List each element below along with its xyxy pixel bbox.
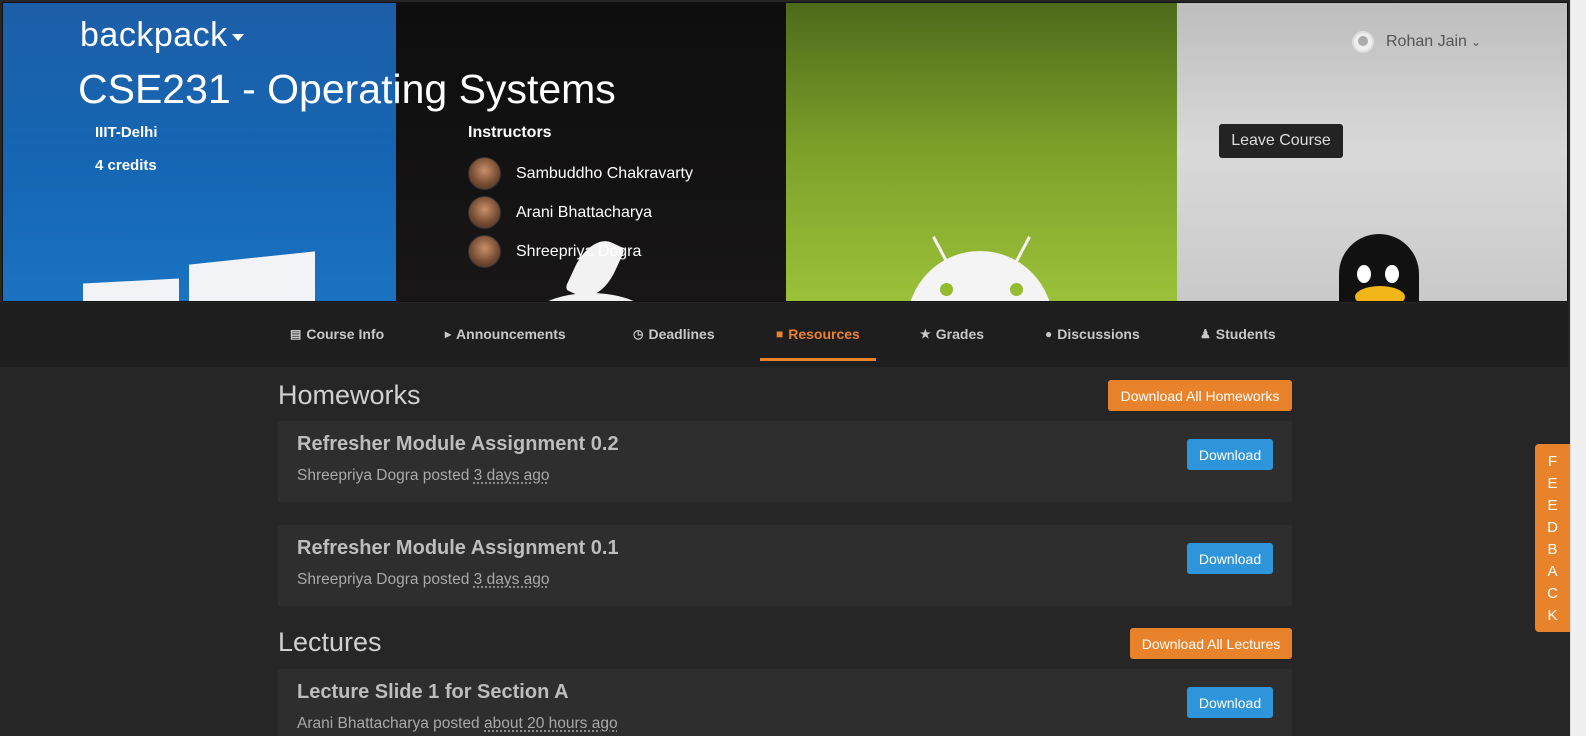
lectures-heading: Lectures [278,627,382,657]
tab-label: Announcements [456,326,566,342]
tux-beak [1354,286,1405,301]
avatar [468,157,501,190]
active-tab-indicator [760,358,876,361]
tab-label: Deadlines [648,326,715,342]
avatar [468,196,501,229]
instructor-name: Shreepriya Dogra [516,242,642,260]
apple-body [515,293,666,301]
brand-menu[interactable]: backpack [80,16,244,55]
star-icon: ★ [920,327,931,341]
course-title: CSE231 - Operating Systems [78,66,616,112]
windows-logo-pane [83,278,179,301]
page-scrollbar[interactable] [1570,0,1586,736]
users-icon: ♟ [1200,327,1211,341]
tab-label: Grades [935,326,985,342]
feedback-letter: K [1547,606,1558,624]
instructor-item[interactable]: Sambuddho Chakravarty [468,157,693,190]
tab-label: Students [1215,326,1276,342]
download-all-homeworks-button[interactable]: Download All Homeworks [1108,380,1292,411]
tux-eye [1356,265,1371,283]
tab-students[interactable]: ♟ Students [1200,303,1276,365]
tab-deadlines[interactable]: ◷ Deadlines [633,303,715,365]
resource-title: Refresher Module Assignment 0.2 [297,433,619,455]
instructor-name: Arani Bhattacharya [516,203,653,221]
download-button[interactable]: Download [1187,543,1273,574]
android-panel [786,3,1177,301]
brand-logo: backpack [80,16,228,54]
bullhorn-icon: ▸ [445,327,452,341]
resource-card: Refresher Module Assignment 0.1 Shreepri… [278,525,1292,606]
resource-time: 3 days ago [473,571,550,588]
feedback-letter: D [1547,518,1558,536]
resource-time: about 20 hours ago [484,715,618,732]
feedback-letter: B [1547,540,1558,558]
android-antenna [1014,236,1031,264]
comment-icon: ● [1045,327,1053,341]
feedback-letter: E [1547,474,1558,492]
windows-logo-pane [189,251,315,301]
institute-label: IIIT-Delhi [95,124,158,141]
resource-author: Shreepriya Dogra [297,571,419,588]
resource-title: Lecture Slide 1 for Section A [297,681,569,703]
caret-down-icon [231,33,244,41]
leave-course-button[interactable]: Leave Course [1219,124,1343,158]
feedback-letter: E [1547,496,1558,514]
resource-meta: Arani Bhattacharya posted about 20 hours… [297,715,618,733]
avatar [468,235,501,268]
tab-grades[interactable]: ★ Grades [920,303,984,365]
tab-label: Resources [788,326,860,342]
instructor-name: Sambuddho Chakravarty [516,164,693,182]
download-button[interactable]: Download [1187,439,1273,470]
instructors-heading: Instructors [468,124,552,141]
clock-icon: ◷ [633,327,644,341]
homeworks-heading: Homeworks [278,380,421,410]
tux-eye [1384,265,1399,283]
resource-meta: Shreepriya Dogra posted 3 days ago [297,571,550,589]
resource-posted: posted [433,715,480,732]
feedback-letter: A [1547,562,1558,580]
tab-resources[interactable]: ■ Resources [776,303,860,365]
resource-title: Refresher Module Assignment 0.1 [297,537,619,559]
tab-label: Discussions [1057,326,1140,342]
credits-label: 4 credits [95,157,157,174]
android-head [907,251,1053,301]
tab-course-info[interactable]: ▤ Course Info [290,303,384,365]
user-menu[interactable]: Rohan Jain ⌄ [1352,31,1481,53]
resource-time: 3 days ago [473,467,550,484]
download-all-lectures-button[interactable]: Download All Lectures [1130,628,1292,659]
resource-posted: posted [422,467,470,484]
tab-discussions[interactable]: ● Discussions [1045,303,1140,365]
instructor-item[interactable]: Arani Bhattacharya [468,196,652,229]
user-name: Rohan Jain [1386,33,1467,50]
list-icon: ▤ [290,327,302,341]
user-avatar [1352,31,1374,53]
feedback-letter: F [1547,452,1558,470]
resource-card: Refresher Module Assignment 0.2 Shreepri… [278,421,1292,502]
chevron-down-icon: ⌄ [1470,35,1482,49]
download-button[interactable]: Download [1187,687,1273,718]
instructor-item[interactable]: Shreepriya Dogra [468,235,641,268]
resource-meta: Shreepriya Dogra posted 3 days ago [297,467,550,485]
android-eye [1010,283,1023,296]
resource-author: Shreepriya Dogra [297,467,419,484]
resource-card: Lecture Slide 1 for Section A Arani Bhat… [278,669,1292,736]
feedback-tab[interactable]: F E E D B A C K [1535,444,1570,632]
resource-posted: posted [422,571,470,588]
resource-author: Arani Bhattacharya [297,715,429,732]
book-icon: ■ [776,327,784,341]
tab-label: Course Info [306,326,385,342]
tab-announcements[interactable]: ▸ Announcements [445,303,566,365]
android-eye [940,283,953,296]
feedback-letter: C [1547,584,1558,602]
